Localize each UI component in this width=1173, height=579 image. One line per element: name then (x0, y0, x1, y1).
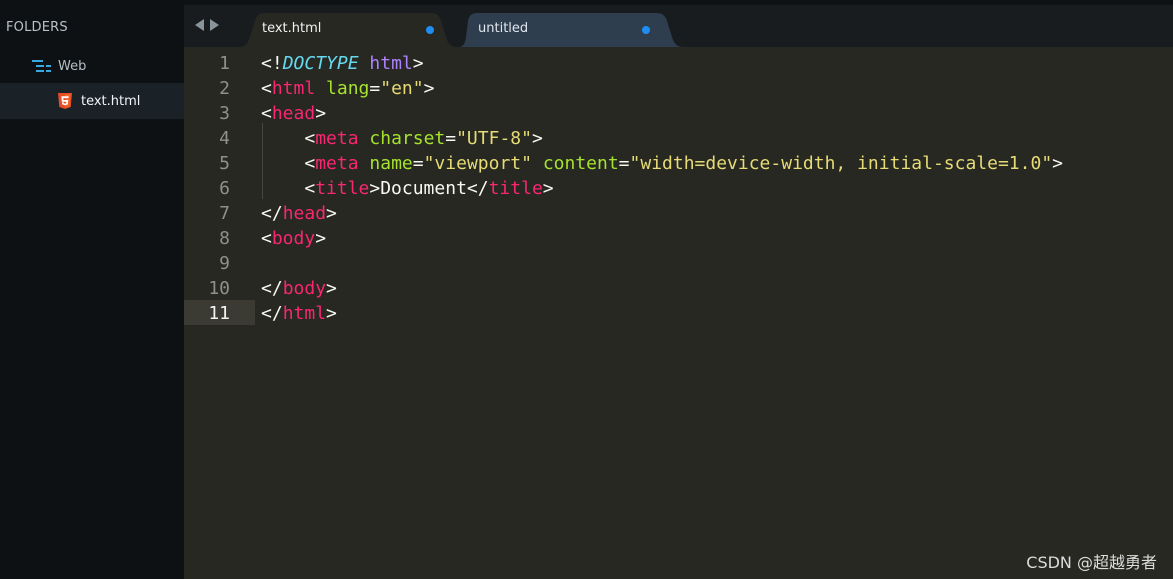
sidebar-title: FOLDERS (6, 20, 68, 35)
code-token: > (326, 278, 337, 299)
code-token: title (315, 178, 370, 199)
code-line[interactable]: </body> (261, 276, 1063, 301)
code-token: html (271, 78, 316, 99)
code-token: </ (261, 303, 283, 324)
line-number: 4 (219, 128, 230, 149)
tab-untitled[interactable]: untitled (458, 13, 684, 47)
code-content[interactable]: <!DOCTYPE html> <html lang="en"> <head> <m… (261, 51, 1063, 326)
tab-label: text.html (262, 21, 322, 36)
code-token: DOCTYPE (282, 53, 359, 74)
modified-dot-icon[interactable] (642, 26, 650, 34)
code-token: html (369, 53, 413, 74)
code-line[interactable]: <head> (261, 101, 1063, 126)
code-token: "en" (380, 78, 424, 99)
watermark: CSDN @超越勇者 (1026, 553, 1157, 572)
code-token: < (261, 128, 316, 149)
code-token: > (423, 78, 435, 99)
modified-dot-icon[interactable] (426, 26, 434, 34)
code-line[interactable]: ​ (261, 251, 1063, 276)
tab-text-html[interactable]: text.html (238, 13, 458, 47)
code-token: >Document</ (369, 178, 489, 199)
code-token: > (326, 203, 337, 224)
sidebar-file-label: text.html (81, 93, 141, 109)
line-number: 5 (219, 153, 230, 174)
code-token: html (282, 303, 327, 324)
code-token: body (271, 228, 316, 249)
code-token: > (531, 128, 543, 149)
folder-tree-icon (32, 59, 51, 73)
line-number: 3 (219, 103, 230, 124)
tab-bar: text.html untitled (184, 5, 1173, 47)
code-token: < (261, 228, 272, 249)
code-line[interactable]: <meta charset="UTF-8"> (261, 126, 1063, 151)
html5-icon (58, 93, 72, 109)
code-line[interactable]: <body> (261, 226, 1063, 251)
code-token: > (326, 303, 337, 324)
line-number: 2 (219, 78, 230, 99)
sidebar: FOLDERS Web text.html (0, 0, 184, 579)
code-token: = (618, 153, 630, 174)
code-token: > (315, 228, 327, 249)
line-number: 6 (219, 178, 230, 199)
sidebar-folder-label: Web (58, 58, 87, 74)
tab-label: untitled (478, 21, 529, 36)
code-token: lang (326, 78, 370, 99)
code-token: meta (315, 128, 359, 149)
code-line[interactable]: </html> (261, 301, 1063, 326)
line-number: 7 (219, 203, 230, 224)
code-token: > (315, 103, 327, 124)
line-number: 1 (219, 53, 230, 74)
code-token: < (261, 178, 316, 199)
code-token: </ (261, 278, 283, 299)
code-token: head (282, 203, 327, 224)
code-token: name (369, 153, 413, 174)
line-number-gutter: 1 2 3 4 5 6 7 8 9 10 11 (184, 51, 230, 326)
code-line[interactable]: <title>Document</title> (261, 176, 1063, 201)
code-token: < (261, 78, 272, 99)
code-token: "viewport" (423, 153, 532, 174)
sidebar-item-text-html[interactable]: text.html (0, 83, 184, 119)
line-number: 10 (208, 278, 230, 299)
code-line[interactable]: <meta name="viewport" content="width=dev… (261, 151, 1063, 176)
line-number: 11 (208, 303, 230, 324)
line-number: 8 (219, 228, 230, 249)
line-number: 9 (219, 253, 230, 274)
code-token: > (412, 53, 424, 74)
code-token: </ (261, 203, 283, 224)
tab-nav-arrows (195, 19, 219, 31)
code-line[interactable]: <!DOCTYPE html> (261, 51, 1063, 76)
code-token: content (542, 153, 619, 174)
code-line[interactable]: <html lang="en"> (261, 76, 1063, 101)
code-token: < (261, 153, 316, 174)
code-token: "UTF-8" (456, 128, 532, 149)
code-token: body (282, 278, 327, 299)
code-token: > (542, 178, 554, 199)
code-editor[interactable]: 1 2 3 4 5 6 7 8 9 10 11 <!DOCTYPE html> <html lang=… (184, 47, 1173, 579)
code-token: = (412, 153, 424, 174)
arrow-right-icon[interactable] (210, 19, 219, 31)
code-token: head (271, 103, 316, 124)
code-token: charset (369, 128, 446, 149)
code-token: = (369, 78, 381, 99)
code-line[interactable]: </head> (261, 201, 1063, 226)
arrow-left-icon[interactable] (195, 19, 204, 31)
code-token: < (261, 103, 272, 124)
sidebar-folder-web[interactable]: Web (32, 56, 86, 76)
code-token: <! (261, 53, 283, 74)
code-token: > (1052, 153, 1063, 174)
code-token: "width=device-width, initial-scale=1.0" (629, 153, 1053, 174)
code-token: = (445, 128, 457, 149)
code-token: meta (315, 153, 359, 174)
code-token: title (488, 178, 543, 199)
